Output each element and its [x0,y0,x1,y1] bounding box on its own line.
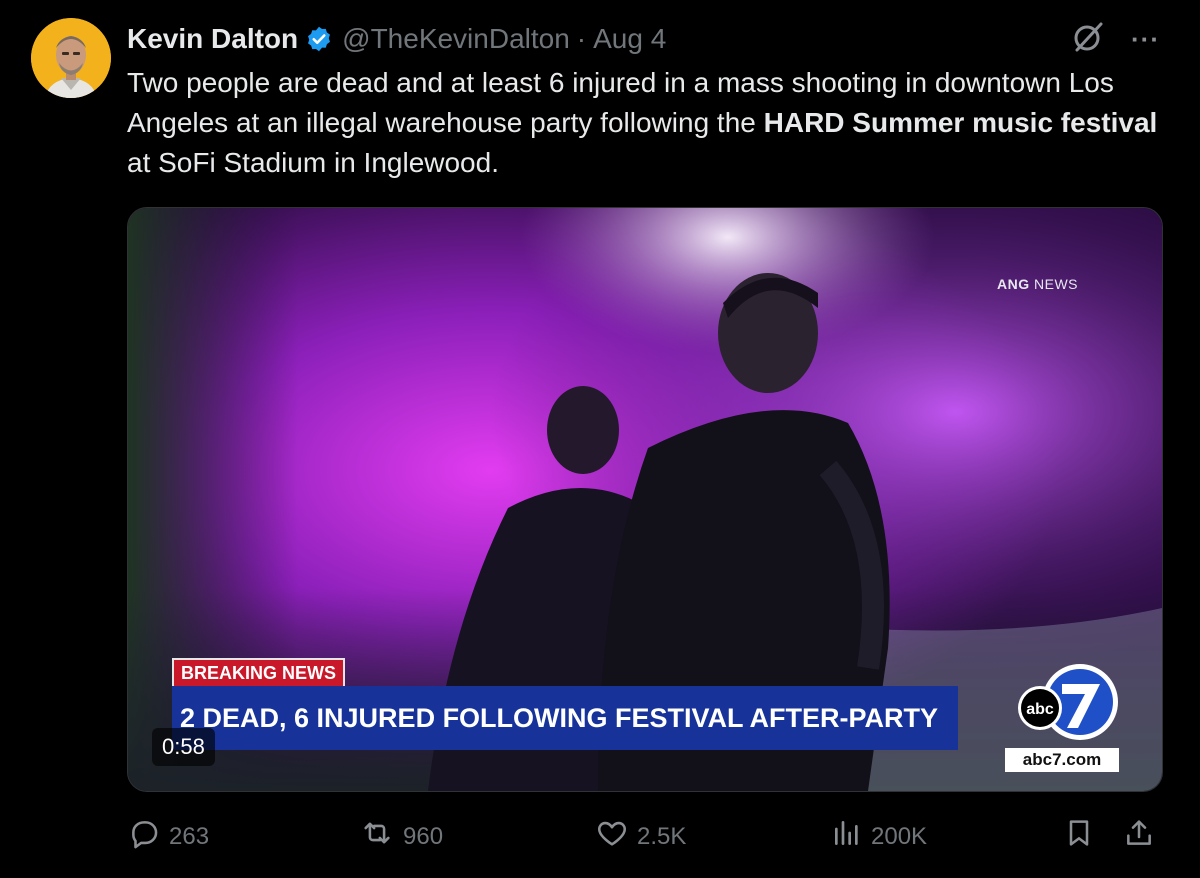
author-name[interactable]: Kevin Dalton [127,23,298,55]
repost-count: 960 [403,822,444,850]
abc7-logo: abc [1016,662,1126,747]
header-separator: · [576,23,587,54]
video-duration: 0:58 [152,728,215,766]
repost-icon [359,816,395,857]
like-count: 2.5K [637,822,687,850]
tweet-text-part2: at SoFi Stadium in Inglewood. [127,147,499,178]
tweet-action-bar: 263 960 2.5K 200K [127,816,1161,856]
abc-text: abc [1026,701,1054,718]
breaking-news-label: BREAKING NEWS [172,658,346,686]
bookmark-button[interactable] [1063,816,1095,857]
abc7-url: abc7.com [1005,748,1119,772]
reply-count: 263 [169,822,210,850]
views-button[interactable]: 200K [831,816,927,857]
tweet-header: Kevin Dalton @TheKevinDalton · Aug 4 [127,22,666,56]
tweet-top-actions: ··· [1071,20,1160,59]
like-button[interactable]: 2.5K [595,816,686,857]
heart-icon [595,816,629,857]
news-headline: 2 DEAD, 6 INJURED FOLLOWING FESTIVAL AFT… [172,686,958,750]
tweet-date[interactable]: Aug 4 [593,23,666,55]
reply-button[interactable]: 263 [127,816,209,857]
author-avatar[interactable] [31,18,111,98]
tweet-text-bold: HARD Summer music festival [763,107,1158,138]
views-chart-icon [831,816,863,857]
verified-badge-icon[interactable] [305,25,333,53]
views-count: 200K [871,822,928,850]
author-handle[interactable]: @TheKevinDalton [342,23,570,55]
tweet-text: Two people are dead and at least 6 injur… [127,63,1167,183]
video-player[interactable]: ANG NEWS BREAKING NEWS 2 DEAD, 6 INJURED… [127,207,1163,792]
grok-icon[interactable] [1071,20,1105,59]
reply-icon [127,816,161,857]
ang-news-watermark: ANG NEWS [997,276,1079,292]
bookmark-icon [1063,816,1095,857]
share-icon [1123,816,1155,857]
more-options-icon[interactable]: ··· [1131,24,1160,55]
repost-button[interactable]: 960 [359,816,443,857]
share-button[interactable] [1123,816,1155,857]
